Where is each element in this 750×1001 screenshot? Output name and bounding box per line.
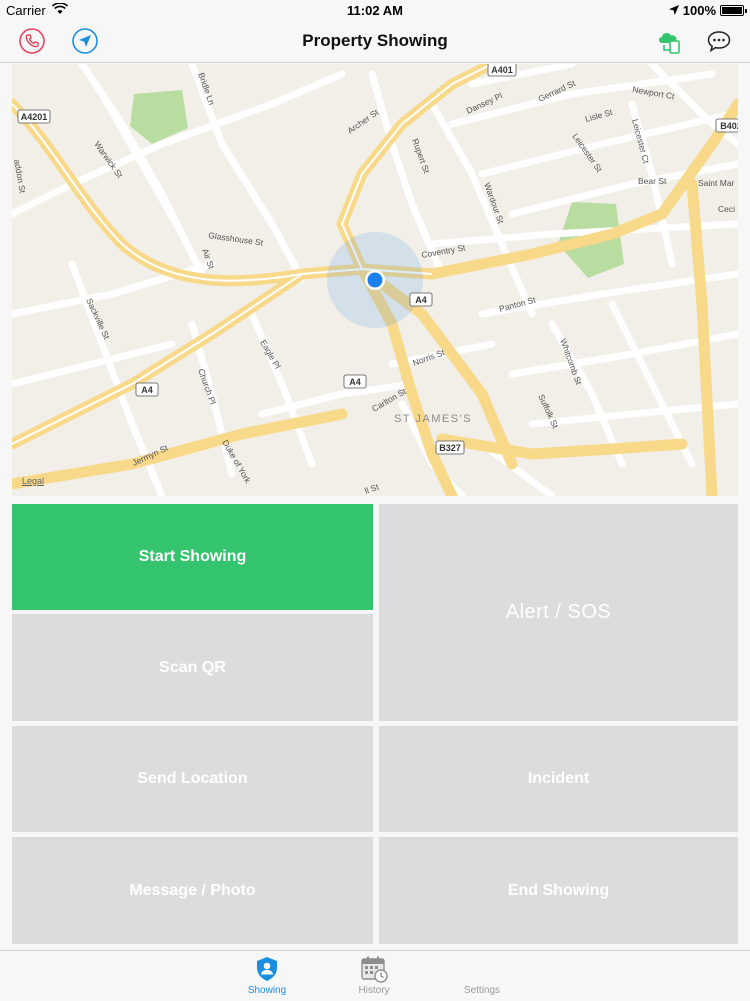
- location-services-icon: [668, 3, 679, 18]
- chat-bubble-icon: [707, 31, 731, 53]
- start-showing-button[interactable]: Start Showing: [12, 504, 373, 610]
- road-shield-a4201: A4201: [21, 112, 48, 122]
- map-view[interactable]: A401 A4201 B402 A4 A4 A4 B327 Bridle Ln …: [12, 64, 738, 496]
- street-label: Saint Mar: [698, 178, 735, 188]
- street-label: Ceci: [718, 204, 735, 214]
- navigate-button[interactable]: [70, 26, 100, 56]
- map-legal-link[interactable]: Legal: [22, 476, 44, 486]
- tab-showing[interactable]: Showing: [227, 955, 307, 996]
- road-shield-b327: B327: [439, 443, 461, 453]
- chat-button[interactable]: [704, 26, 734, 56]
- street-label: Bear St: [638, 176, 667, 186]
- road-shield-a401: A401: [491, 65, 513, 75]
- status-time: 11:02 AM: [347, 3, 403, 18]
- send-location-button[interactable]: Send Location: [12, 726, 373, 832]
- end-showing-button[interactable]: End Showing: [379, 837, 738, 944]
- scan-qr-button[interactable]: Scan QR: [12, 614, 373, 721]
- road-shield-a4: A4: [415, 295, 427, 305]
- cloud-sync-icon: [659, 32, 680, 54]
- phone-icon: [19, 28, 45, 54]
- calendar-clock-icon: [361, 956, 388, 983]
- tab-label: Showing: [247, 985, 287, 996]
- tab-label: Settings: [463, 985, 501, 996]
- tab-history[interactable]: History: [334, 955, 414, 996]
- location-arrow-icon: [72, 28, 98, 54]
- road-shield-a4: A4: [141, 385, 153, 395]
- battery-percent: 100%: [682, 3, 716, 18]
- wifi-icon: [51, 2, 68, 18]
- battery-level: [722, 7, 742, 14]
- battery-icon: [720, 5, 747, 16]
- tab-bar: Showing History Settings: [0, 950, 750, 1001]
- status-bar: Carrier 11:02 AM 100%: [0, 0, 750, 22]
- phone-button[interactable]: [17, 26, 47, 56]
- road-shield-a4: A4: [349, 377, 361, 387]
- current-location-dot[interactable]: [367, 272, 383, 288]
- alert-sos-button[interactable]: Alert / SOS: [379, 504, 738, 721]
- map-canvas[interactable]: A401 A4201 B402 A4 A4 A4 B327 Bridle Ln …: [12, 64, 738, 496]
- carrier-label: Carrier: [6, 3, 46, 18]
- sync-button[interactable]: [654, 26, 684, 56]
- shield-person-icon: [257, 957, 277, 981]
- district-label: ST JAMES'S: [394, 413, 472, 425]
- tab-settings[interactable]: Settings: [442, 955, 522, 996]
- road-shield-b402: B402: [720, 121, 738, 131]
- nav-bar: Property Showing: [0, 22, 750, 63]
- message-photo-button[interactable]: Message / Photo: [12, 837, 373, 944]
- page-title: Property Showing: [302, 31, 448, 50]
- tab-label: History: [358, 985, 390, 996]
- incident-button[interactable]: Incident: [379, 726, 738, 832]
